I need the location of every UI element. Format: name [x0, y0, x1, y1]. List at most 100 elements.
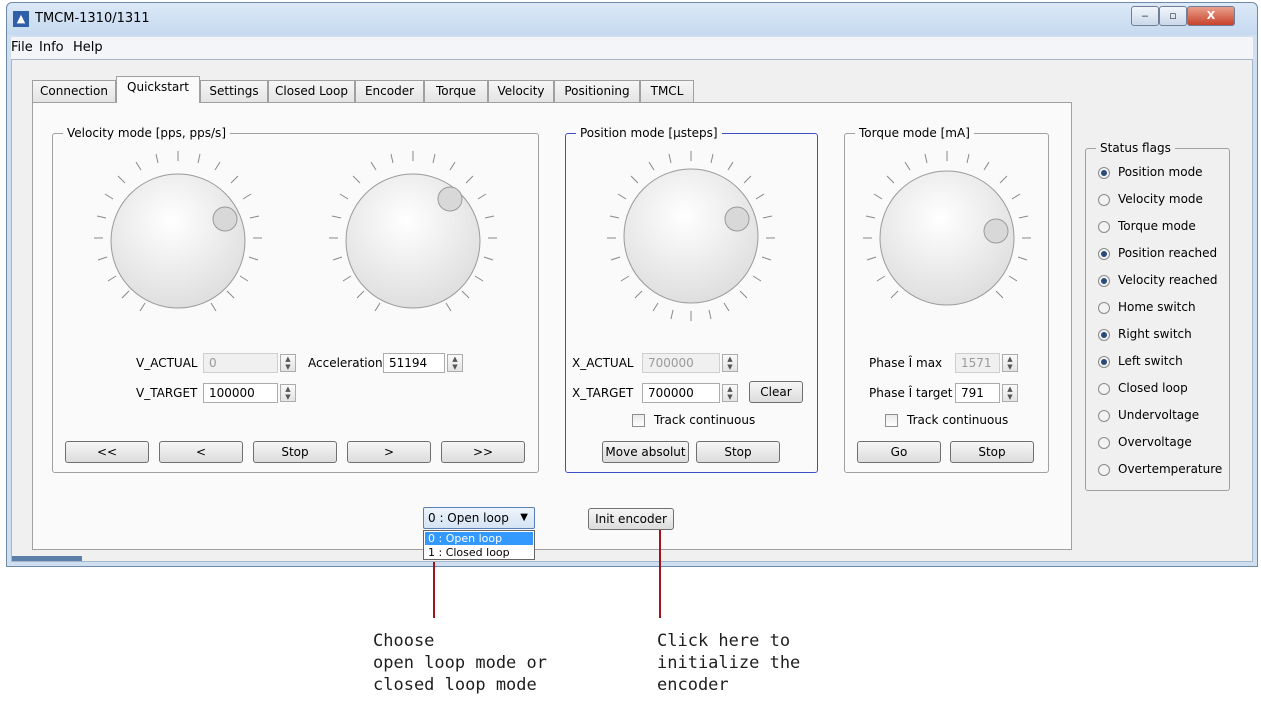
tab-settings[interactable]: Settings — [200, 80, 268, 102]
tab-encoder[interactable]: Encoder — [355, 80, 424, 102]
x-actual-label: X_ACTUAL — [572, 356, 634, 370]
velocity-reached-indicator — [1098, 275, 1110, 287]
app-icon: ▲ — [13, 11, 29, 27]
overvoltage-indicator — [1098, 437, 1110, 449]
go-button[interactable]: Go — [857, 441, 941, 463]
x-actual-field: 700000 — [642, 353, 720, 373]
tab-tmcl[interactable]: TMCL — [640, 80, 694, 102]
option-closed-loop[interactable]: 1 : Closed loop — [425, 546, 533, 559]
velocity-mode-indicator — [1098, 194, 1110, 206]
tab-torque[interactable]: Torque — [424, 80, 488, 102]
minimize-button[interactable]: ‒ — [1131, 6, 1159, 26]
position-track-checkbox[interactable] — [632, 414, 645, 427]
torque-stop-button[interactable]: Stop — [950, 441, 1034, 463]
annotation-line-right — [659, 530, 661, 618]
acceleration-spinner[interactable]: ▲ ▼ — [447, 354, 463, 372]
close-button[interactable]: X — [1187, 6, 1235, 26]
acceleration-label: Acceleration — [308, 356, 383, 370]
maximize-button[interactable]: ▫ — [1159, 6, 1187, 26]
velocity-dial[interactable] — [88, 146, 268, 326]
annotation-right-line-1: Click here to — [657, 631, 791, 651]
client-area: Connection Quickstart Settings Closed Lo… — [11, 59, 1253, 562]
annotation-line-left — [433, 562, 435, 618]
torque-track-checkbox[interactable] — [885, 414, 898, 427]
clear-button[interactable]: Clear — [749, 381, 803, 403]
v-target-label: V_TARGET — [136, 386, 198, 400]
horizontal-scrollbar[interactable] — [12, 556, 82, 561]
fast-right-button[interactable]: >> — [441, 441, 525, 463]
menu-help[interactable]: Help — [73, 40, 103, 55]
tab-velocity[interactable]: Velocity — [488, 80, 554, 102]
menu-info[interactable]: Info — [39, 40, 64, 55]
option-open-loop[interactable]: 0 : Open loop — [425, 532, 533, 545]
left-switch-flag: Left switch — [1118, 354, 1183, 368]
torque-mode-group: Torque mode [mA] Phase Î max 1571 ▲ ▼ Ph… — [844, 126, 1049, 473]
left-button[interactable]: < — [159, 441, 243, 463]
position-mode-group: Position mode [µsteps] X_ACTUAL 700000 ▲… — [565, 126, 818, 473]
phase-max-spinner: ▲ ▼ — [1002, 354, 1018, 372]
phase-target-label: Phase Î target — [869, 386, 953, 400]
tab-closed-loop[interactable]: Closed Loop — [268, 80, 355, 102]
annotation-left-line-1: Choose — [373, 631, 435, 651]
torque-group-title: Torque mode [mA] — [855, 126, 974, 140]
window-title: TMCM-1310/1311 — [35, 11, 150, 26]
v-actual-spinner: ▲ ▼ — [280, 354, 296, 372]
velocity-mode-flag: Velocity mode — [1118, 192, 1203, 206]
status-flags-title: Status flags — [1096, 141, 1175, 155]
position-reached-flag: Position reached — [1118, 246, 1218, 260]
velocity-reached-flag: Velocity reached — [1118, 273, 1218, 287]
overvoltage-flag: Overvoltage — [1118, 435, 1192, 449]
position-group-title: Position mode [µsteps] — [576, 126, 722, 140]
position-reached-indicator — [1098, 248, 1110, 260]
position-dial[interactable] — [601, 146, 781, 326]
annotation-left: Choose open loop mode or closed loop mod… — [373, 630, 547, 696]
x-actual-spinner: ▲ ▼ — [722, 354, 738, 372]
velocity-group-title: Velocity mode [pps, pps/s] — [63, 126, 230, 140]
torque-dial[interactable] — [857, 146, 1037, 326]
loop-mode-select[interactable]: 0 : Open loop ▼ — [423, 507, 535, 529]
loop-mode-selected: 0 : Open loop — [428, 511, 509, 525]
undervoltage-flag: Undervoltage — [1118, 408, 1200, 422]
loop-mode-options: 0 : Open loop 1 : Closed loop — [423, 530, 535, 560]
position-stop-button[interactable]: Stop — [696, 441, 780, 463]
position-mode-indicator — [1098, 167, 1110, 179]
status-flags-group: Status flags Position mode Velocity mode… — [1085, 141, 1230, 491]
tab-connection[interactable]: Connection — [32, 80, 116, 102]
init-encoder-button[interactable]: Init encoder — [588, 508, 674, 530]
v-actual-field: 0 — [203, 353, 278, 373]
v-target-spinner[interactable]: ▲ ▼ — [280, 384, 296, 402]
torque-mode-flag: Torque mode — [1118, 219, 1196, 233]
x-target-spinner[interactable]: ▲ ▼ — [722, 384, 738, 402]
title-bar[interactable]: ▲ TMCM-1310/1311 ‒ ▫ X — [7, 3, 1257, 35]
position-track-label: Track continuous — [654, 413, 756, 427]
tab-quickstart[interactable]: Quickstart — [116, 76, 200, 103]
right-switch-indicator — [1098, 329, 1110, 341]
torque-mode-indicator — [1098, 221, 1110, 233]
velocity-stop-button[interactable]: Stop — [253, 441, 337, 463]
annotation-right: Click here to initialize the encoder — [657, 630, 800, 696]
closed-loop-flag: Closed loop — [1118, 381, 1188, 395]
tab-positioning[interactable]: Positioning — [554, 80, 640, 102]
menu-file[interactable]: File — [11, 40, 33, 55]
annotation-left-line-3: closed loop mode — [373, 675, 537, 695]
annotation-right-line-2: initialize the — [657, 653, 801, 673]
overtemperature-indicator — [1098, 464, 1110, 476]
acceleration-field[interactable]: 51194 — [383, 353, 445, 373]
x-target-field[interactable]: 700000 — [642, 383, 720, 403]
move-absolut-button[interactable]: Move absolut — [602, 441, 689, 463]
closed-loop-indicator — [1098, 383, 1110, 395]
phase-target-field[interactable]: 791 — [955, 383, 1000, 403]
app-window: ▲ TMCM-1310/1311 ‒ ▫ X File Info Help Co… — [6, 2, 1258, 567]
home-switch-flag: Home switch — [1118, 300, 1196, 314]
phase-target-spinner[interactable]: ▲ ▼ — [1002, 384, 1018, 402]
phase-max-label: Phase Î max — [869, 356, 943, 370]
quickstart-panel: Velocity mode [pps, pps/s] V_ACTUAL 0 ▲ … — [32, 102, 1072, 550]
v-target-field[interactable]: 100000 — [203, 383, 278, 403]
torque-track-label: Track continuous — [907, 413, 1009, 427]
acceleration-dial[interactable] — [323, 146, 503, 326]
annotation-right-line-3: encoder — [657, 675, 729, 695]
right-button[interactable]: > — [347, 441, 431, 463]
fast-left-button[interactable]: << — [65, 441, 149, 463]
phase-max-field: 1571 — [955, 353, 1000, 373]
x-target-label: X_TARGET — [572, 386, 634, 400]
